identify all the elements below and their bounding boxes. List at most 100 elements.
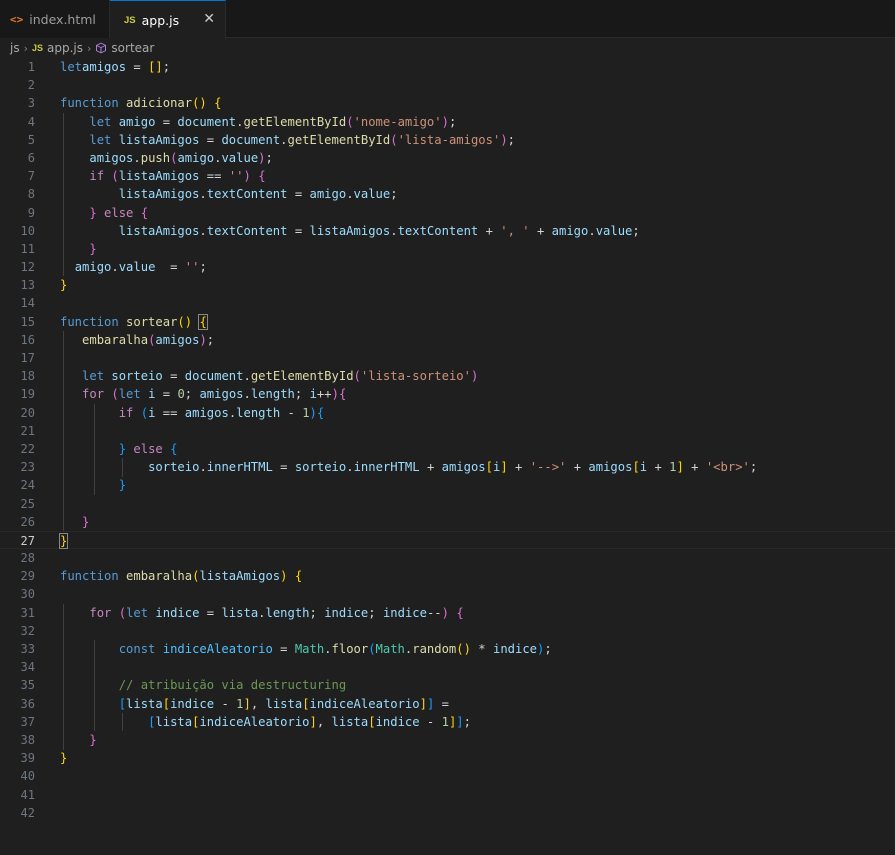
code-line[interactable]: 35 // atribuição via destructuring <box>0 676 895 694</box>
indent-guide <box>63 112 64 277</box>
code-token: length <box>236 405 281 420</box>
code-line[interactable]: 11 } <box>0 240 895 258</box>
code-token: = <box>155 114 178 129</box>
code-line[interactable]: 30 <box>0 585 895 603</box>
code-line[interactable]: 1 letamigos = []; <box>0 58 895 76</box>
line-number: 41 <box>20 787 35 802</box>
line-code: amigo.value = ''; <box>60 258 207 276</box>
line-code: function embaralha(listaAmigos) { <box>60 567 302 585</box>
code-token: let <box>89 114 112 129</box>
code-token: 'lista-amigos' <box>397 132 501 147</box>
indent-guide <box>94 403 95 495</box>
line-number: 30 <box>20 587 35 602</box>
code-token: '<br>' <box>705 460 750 475</box>
code-line[interactable]: 37 [lista[indiceAleatorio], lista[indice… <box>0 713 895 731</box>
code-line[interactable]: 3 function adicionar() { <box>0 94 895 112</box>
code-token: embaralha <box>82 332 149 347</box>
line-number: 22 <box>20 441 35 456</box>
code-line[interactable]: 40 <box>0 767 895 785</box>
js-file-icon: JS <box>124 14 136 26</box>
code-line[interactable]: 18 let sorteio = document.getElementById… <box>0 367 895 385</box>
code-line[interactable]: 24 } <box>0 476 895 494</box>
code-token: for <box>82 387 105 402</box>
code-token: ; <box>390 187 398 202</box>
code-line[interactable]: 34 <box>0 658 895 676</box>
code-line[interactable]: 4 let amigo = document.getElementById('n… <box>0 113 895 131</box>
indent-guide <box>63 604 64 750</box>
code-token: + <box>529 223 552 238</box>
code-line[interactable]: 32 <box>0 622 895 640</box>
code-token: [ <box>485 460 493 475</box>
code-line[interactable]: 6 amigos.push(amigo.value); <box>0 149 895 167</box>
code-line[interactable]: 28 <box>0 549 895 567</box>
code-token: = <box>272 460 295 475</box>
code-line[interactable]: 42 <box>0 804 895 822</box>
code-line[interactable]: 22 } else { <box>0 440 895 458</box>
code-line[interactable]: 14 <box>0 294 895 312</box>
code-editor[interactable]: 1 letamigos = []; 2 3 function adicionar() {… <box>0 58 895 855</box>
code-token: ( <box>140 405 149 420</box>
code-token: indice <box>170 696 215 711</box>
tab-index-html[interactable]: <> index.html <box>0 0 110 38</box>
code-line[interactable]: 23 sorteio.innerHTML = sorteio.innerHTML… <box>0 458 895 476</box>
js-file-icon: JS <box>32 43 44 53</box>
code-token: let <box>89 132 112 147</box>
code-token: ( <box>111 169 119 184</box>
code-line[interactable]: 12 amigo.value = ''; <box>0 258 895 276</box>
breadcrumb-symbol[interactable]: sortear <box>111 41 154 55</box>
line-code: const indiceAleatorio = Math.floor(Math.… <box>60 640 552 658</box>
close-icon[interactable]: ✕ <box>203 12 215 26</box>
code-line[interactable]: 9 } else { <box>0 204 895 222</box>
code-line[interactable]: 8 listaAmigos.textContent = amigo.value; <box>0 185 895 203</box>
line-number: 39 <box>20 751 35 766</box>
code-line[interactable]: 21 <box>0 422 895 440</box>
code-line[interactable]: 10 listaAmigos.textContent = listaAmigos… <box>0 222 895 240</box>
code-line[interactable]: 5 let listaAmigos = document.getElementB… <box>0 131 895 149</box>
code-line[interactable]: 2 <box>0 76 895 94</box>
code-token: listaAmigos <box>118 187 200 202</box>
code-line[interactable]: 39} <box>0 749 895 767</box>
breadcrumb-folder[interactable]: js <box>10 41 20 55</box>
code-token: '' <box>184 260 200 275</box>
code-token: lista <box>265 696 303 711</box>
code-token: else <box>104 205 134 220</box>
code-token: value <box>118 260 156 275</box>
code-line[interactable]: 29 function embaralha(listaAmigos) { <box>0 567 895 585</box>
code-line[interactable]: 17 <box>0 349 895 367</box>
line-number: 31 <box>20 605 35 620</box>
code-token: { <box>140 205 149 220</box>
code-line[interactable]: 15 function sortear() { <box>0 313 895 331</box>
code-token: == <box>155 405 185 420</box>
code-line[interactable]: 36 [lista[indice - 1], lista[indiceAleat… <box>0 695 895 713</box>
line-code: let sorteio = document.getElementById('l… <box>60 367 478 385</box>
code-line[interactable]: 7 if (listaAmigos == '') { <box>0 167 895 185</box>
code-token: amigos <box>588 460 633 475</box>
code-line[interactable]: 13} <box>0 276 895 294</box>
code-line[interactable]: 33 const indiceAleatorio = Math.floor(Ma… <box>0 640 895 658</box>
code-token: lista <box>221 605 259 620</box>
code-line[interactable]: 31 for (let indice = lista.length; indic… <box>0 604 895 622</box>
code-token: = <box>287 223 310 238</box>
breadcrumb-file[interactable]: app.js <box>47 41 83 55</box>
code-line[interactable]: 41 <box>0 786 895 804</box>
tab-app-js[interactable]: JS app.js ✕ <box>110 0 226 39</box>
code-token: function <box>60 96 119 111</box>
code-token: ; <box>749 460 758 475</box>
line-number: 33 <box>20 642 35 656</box>
code-token: indice <box>492 642 538 656</box>
code-line[interactable]: 38 } <box>0 731 895 749</box>
code-line[interactable]: 16 embaralha(amigos); <box>0 331 895 349</box>
code-token: . <box>324 642 332 656</box>
code-line[interactable]: 27} <box>0 530 895 550</box>
code-line[interactable]: 19 for (let i = 0; amigos.length; i++){ <box>0 385 895 403</box>
line-number: 19 <box>20 387 35 402</box>
line-code: } else { <box>60 204 148 222</box>
code-line[interactable]: 25 <box>0 495 895 513</box>
code-token: if <box>118 405 134 420</box>
code-token: . <box>243 387 251 402</box>
code-line[interactable]: 20 if (i == amigos.length - 1){ <box>0 404 895 422</box>
code-token: 1 <box>302 405 310 420</box>
code-line[interactable]: 26 } <box>0 513 895 531</box>
